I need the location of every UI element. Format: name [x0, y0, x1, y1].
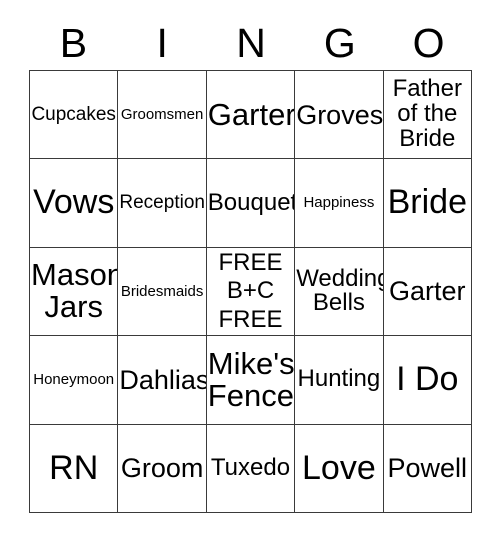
bingo-cell-label: Groves — [296, 99, 384, 130]
bingo-cell-g1[interactable]: Groves — [295, 71, 384, 160]
bingo-cell-g3[interactable]: Wedding Bells — [295, 247, 384, 337]
bingo-cell-label: Mike's Fence — [207, 345, 295, 413]
bingo-cell-label: Love — [302, 448, 376, 487]
bingo-cell-b2[interactable]: Vows — [30, 159, 119, 248]
bingo-cell-label: Mason Jars — [31, 257, 119, 325]
bingo-cell-label: Bouquet — [207, 188, 296, 216]
bingo-cell-g5[interactable]: Love — [295, 424, 384, 513]
bingo-cell-label: Dahlias — [119, 364, 207, 395]
bingo-cell-free-space[interactable]: FREE B+C FREE — [206, 247, 296, 337]
header-letter-g: G — [323, 19, 356, 66]
bingo-cell-n5[interactable]: Tuxedo — [206, 424, 296, 513]
bingo-cell-i2[interactable]: Reception — [118, 159, 207, 248]
bingo-free-label: FREE B+C FREE — [218, 249, 283, 333]
bingo-cell-i5[interactable]: Groom — [118, 424, 207, 513]
bingo-cell-b5[interactable]: RN — [30, 424, 119, 513]
bingo-cell-label: Powell — [387, 453, 468, 484]
bingo-cell-n1[interactable]: Garter — [206, 71, 296, 160]
header-letter-b: B — [59, 19, 88, 66]
header-letter-n: N — [236, 19, 266, 66]
bingo-cell-label: RN — [49, 448, 99, 487]
bingo-grid: Cupcakes Groomsmen Garter Groves Father … — [29, 70, 472, 513]
bingo-cell-label: Cupcakes — [31, 103, 116, 125]
bingo-card: B I N G O Cupcakes Groomsmen Garter Grov… — [0, 0, 500, 544]
bingo-cell-i1[interactable]: Groomsmen — [118, 71, 207, 160]
bingo-cell-label: Garter — [207, 96, 296, 132]
bingo-cell-i4[interactable]: Dahlias — [118, 336, 207, 425]
header-letter-i: I — [156, 19, 168, 66]
bingo-cell-o2[interactable]: Bride — [383, 159, 472, 248]
bingo-cell-n4[interactable]: Mike's Fence — [206, 336, 296, 425]
bingo-cell-label: I Do — [396, 360, 459, 399]
bingo-cell-label: Groomsmen — [120, 105, 204, 123]
bingo-cell-label: Bridesmaids — [120, 282, 204, 300]
bingo-cell-o4[interactable]: I Do — [383, 336, 472, 425]
bingo-cell-label: Garter — [389, 276, 466, 307]
bingo-cell-b4[interactable]: Honeymoon — [30, 336, 119, 425]
bingo-cell-i3[interactable]: Bridesmaids — [118, 247, 207, 337]
bingo-cell-n2[interactable]: Bouquet — [206, 159, 296, 248]
bingo-cell-label: Vows — [33, 183, 115, 222]
bingo-cell-label: Wedding Bells — [296, 264, 384, 317]
bingo-cell-label: Tuxedo — [210, 453, 291, 481]
bingo-cell-label: Father of the Bride — [392, 75, 462, 153]
bingo-cell-o5[interactable]: Powell — [383, 424, 472, 513]
bingo-cell-b3[interactable]: Mason Jars — [30, 247, 119, 337]
bingo-cell-label: Hunting — [297, 365, 381, 393]
header-letter-o: O — [412, 19, 445, 66]
bingo-header: B I N G O — [29, 16, 473, 70]
bingo-cell-o1[interactable]: Father of the Bride — [383, 71, 472, 160]
bingo-cell-label: Reception — [119, 192, 205, 214]
bingo-cell-label: Bride — [387, 183, 467, 222]
bingo-cell-g4[interactable]: Hunting — [295, 336, 384, 425]
bingo-cell-label: Honeymoon — [33, 371, 115, 389]
bingo-cell-g2[interactable]: Happiness — [295, 159, 384, 248]
bingo-cell-b1[interactable]: Cupcakes — [30, 71, 119, 160]
bingo-cell-label: Happiness — [303, 194, 375, 212]
bingo-cell-label: Groom — [120, 453, 204, 484]
bingo-cell-o3[interactable]: Garter — [383, 247, 472, 337]
